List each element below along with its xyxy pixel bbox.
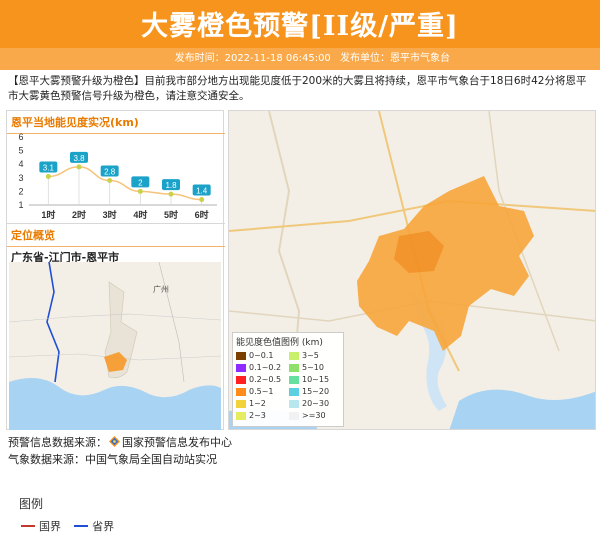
visibility-legend-label: 0.1~0.2 [249,363,282,372]
left-panel: 恩平当地能见度实况(km) 1 2 3 4 5 6 3.1 3.8 2.8 2 1.8 1.4 1时 2时… [6,110,225,541]
legend-item-provincial-border: 省界 [74,518,114,534]
x-tick-label: 1时 [41,209,55,220]
visibility-legend-item: 2~3 [236,410,287,421]
data-label: 2 [138,178,143,187]
visibility-legend-label: 0~0.1 [249,351,274,360]
legend-item-national-border: 国界 [21,518,61,534]
map-label-guangzhou: 广州 [153,284,169,294]
y-tick-label: 2 [18,186,23,196]
visibility-legend-item: 15~20 [289,386,340,397]
visibility-legend-swatch [236,399,246,408]
header-banner: 大雾橙色预警[II级/严重] 发布时间：2022-11-18 06:45:00 … [0,0,600,70]
y-tick-label: 4 [18,159,23,169]
visibility-legend-label: 2~3 [249,411,266,420]
header-meta: 发布时间：2022-11-18 06:45:00 发布单位：恩平市气象台 [0,48,600,70]
data-point [168,191,174,197]
warning-source-name[interactable]: 国家预警信息发布中心 [122,436,232,449]
visibility-legend-item: 0.2~0.5 [236,374,287,385]
warning-center-logo-icon [109,436,120,447]
y-tick-label: 6 [18,132,23,142]
warning-source-label: 预警信息数据来源： [8,436,107,449]
visibility-legend-swatch [289,399,299,408]
visibility-legend-label: 10~15 [302,375,330,384]
visibility-chart-panel: 恩平当地能见度实况(km) 1 2 3 4 5 6 3.1 3.8 2.8 2 1.8 1.4 1时 2时… [7,111,225,223]
y-tick-label: 3 [18,173,23,183]
x-tick-label: 2时 [72,209,86,220]
visibility-legend-item: 0~0.1 [236,350,287,361]
publish-time: 发布时间：2022-11-18 06:45:00 [174,53,331,64]
warning-source-line: 预警信息数据来源： 国家预警信息发布中心 [8,434,596,451]
publisher: 发布单位：恩平市气象台 [340,53,450,64]
visibility-legend-label: 5~10 [302,363,324,372]
x-tick-label: 3时 [103,209,117,220]
data-point [45,173,51,179]
location-mini-map[interactable]: 广州 [9,262,221,430]
visibility-chart: 1 2 3 4 5 6 3.1 3.8 2.8 2 1.8 1.4 1时 2时 3时 4时 5时 6时 [18,132,217,220]
data-point [199,197,205,203]
visibility-legend-swatch [289,351,299,360]
x-tick-label: 6时 [195,209,209,220]
x-tick-label: 4时 [133,209,147,220]
visibility-legend-swatch [236,411,246,420]
y-tick-label: 1 [18,200,23,210]
visibility-legend-grid: 0~0.1 3~5 0.1~0.2 5~10 0.2~0.5 10~15 0.5~1 15~2… [236,350,340,421]
visibility-legend-swatch [289,387,299,396]
data-label: 1.4 [196,187,208,196]
map-legend: 图例 国界 省界 [13,495,153,541]
y-tick-label: 5 [18,146,23,156]
visibility-legend-item: 10~15 [289,374,340,385]
visibility-legend-title: 能见度色值图例 (km) [236,338,323,348]
visibility-legend-label: >=30 [302,411,326,420]
warning-notice: 【恩平大雾预警升级为橙色】目前我市部分地方出现能见度低于200米的大雾且将持续，… [8,75,587,102]
visibility-legend-label: 3~5 [302,351,319,360]
visibility-legend-label: 15~20 [302,387,330,396]
visibility-legend-swatch [289,363,299,372]
visibility-legend-item: >=30 [289,410,340,421]
visibility-legend-item: 0.1~0.2 [236,362,287,373]
data-point [107,178,113,184]
visibility-legend-item: 20~30 [289,398,340,409]
location-title: 定位概览 [7,224,225,247]
visibility-legend-label: 0.5~1 [249,387,274,396]
legend-title: 图例 [19,497,44,511]
visibility-legend-swatch [289,411,299,420]
legend-label-provincial-border: 省界 [92,520,115,533]
page-title: 大雾橙色预警[II级/严重] [141,11,459,42]
visibility-legend-item: 0.5~1 [236,386,287,397]
data-point [76,164,82,170]
data-label: 3.1 [43,163,55,172]
visibility-legend-swatch [236,351,246,360]
x-tick-label: 5时 [164,209,178,220]
visibility-legend-swatch [289,375,299,384]
data-label: 2.8 [104,168,116,177]
visibility-legend-label: 0.2~0.5 [249,375,282,384]
visibility-legend-item: 5~10 [289,362,340,373]
location-panel: 定位概览 广东省-江门市-恩平市 广州 [7,223,225,431]
data-label: 3.8 [73,154,85,163]
visibility-legend-label: 1~2 [249,399,266,408]
visibility-color-legend: 能见度色值图例 (km) 0~0.1 3~5 0.1~0.2 5~10 0.2~0.5 1… [232,332,344,427]
provincial-border-swatch [74,525,89,527]
visibility-legend-label: 20~30 [302,399,330,408]
data-label: 1.8 [165,181,177,190]
visibility-legend-swatch [236,375,246,384]
national-border-swatch [21,525,35,527]
visibility-legend-item: 1~2 [236,398,287,409]
visibility-legend-item: 3~5 [289,350,340,361]
visibility-legend-swatch [236,387,246,396]
legend-label-national-border: 国界 [39,520,61,533]
footer: 预警信息数据来源： 国家预警信息发布中心 气象数据来源：中国气象局全国自动站实况 [8,434,596,468]
visibility-legend-swatch [236,363,246,372]
data-point [137,188,143,194]
weather-source-line: 气象数据来源：中国气象局全国自动站实况 [8,453,217,466]
